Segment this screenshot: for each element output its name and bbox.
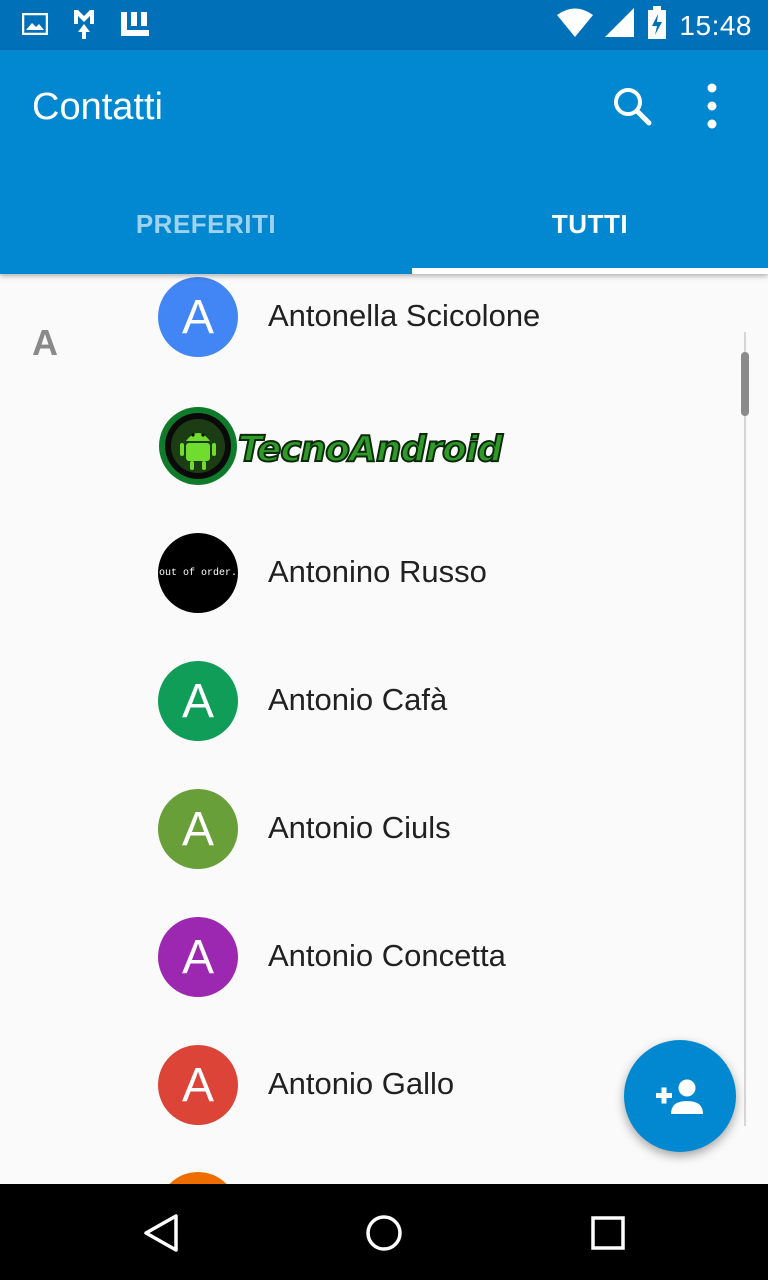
- apps-icon: [120, 10, 150, 43]
- signal-icon: [605, 8, 635, 43]
- image-icon: [21, 12, 49, 40]
- avatar: out of order.: [158, 533, 238, 613]
- scrollbar-thumb[interactable]: [741, 352, 749, 416]
- avatar: A: [158, 917, 238, 997]
- contact-row[interactable]: A Antonio Concetta: [0, 914, 740, 1042]
- status-time: 15:48: [679, 9, 752, 41]
- back-icon: [144, 1214, 178, 1252]
- navigation-bar: [0, 1184, 768, 1280]
- more-vert-icon: [707, 83, 717, 129]
- contact-name: Antonella Scicolone: [268, 298, 541, 333]
- search-button[interactable]: [606, 80, 658, 132]
- home-button[interactable]: [359, 1208, 409, 1258]
- contact-name: Antonio Ciuls: [268, 810, 451, 845]
- back-button[interactable]: [136, 1208, 186, 1258]
- status-bar: 15:48: [0, 0, 768, 50]
- contact-name: Antonino Russo: [268, 554, 487, 589]
- avatar: A: [158, 661, 238, 741]
- recents-icon: [591, 1216, 625, 1250]
- app-bar: Contatti PREFERITI TUTTI: [0, 50, 768, 274]
- search-icon: [614, 88, 652, 126]
- more-options-button[interactable]: [686, 80, 738, 132]
- contact-row[interactable]: A Antonio Ciuls: [0, 786, 740, 914]
- logo-text: TecnoAndroid: [238, 429, 504, 470]
- contact-row[interactable]: A Antonella Scicolone: [0, 274, 740, 402]
- tecnoandroid-logo: TecnoAndroid: [158, 405, 562, 487]
- contact-name: Antonio Gallo: [268, 1066, 455, 1101]
- page-title: Contatti: [32, 86, 163, 128]
- avatar: A: [158, 1045, 238, 1125]
- avatar: [158, 1172, 238, 1184]
- scrollbar-track[interactable]: [744, 332, 746, 1126]
- person-add-icon: [656, 1079, 703, 1114]
- contact-row[interactable]: A Antonio Cafà: [0, 658, 740, 786]
- tab-preferiti[interactable]: PREFERITI: [0, 174, 412, 274]
- gmail-icon: [72, 8, 96, 45]
- wifi-icon: [557, 8, 594, 43]
- avatar: A: [158, 789, 238, 869]
- contact-name: Antonio Cafà: [268, 682, 448, 717]
- add-contact-button[interactable]: [624, 1040, 736, 1152]
- contact-row[interactable]: out of order. Antonino Russo: [0, 530, 740, 658]
- contact-name: Antonio Concetta: [268, 938, 506, 973]
- recents-button[interactable]: [583, 1208, 633, 1258]
- contact-row[interactable]: TecnoAndroid: [0, 402, 740, 530]
- tab-indicator: [412, 268, 768, 274]
- avatar: A: [158, 277, 238, 357]
- home-icon: [366, 1215, 402, 1251]
- battery-charging-icon: [647, 6, 667, 45]
- tab-tutti[interactable]: TUTTI: [412, 174, 768, 274]
